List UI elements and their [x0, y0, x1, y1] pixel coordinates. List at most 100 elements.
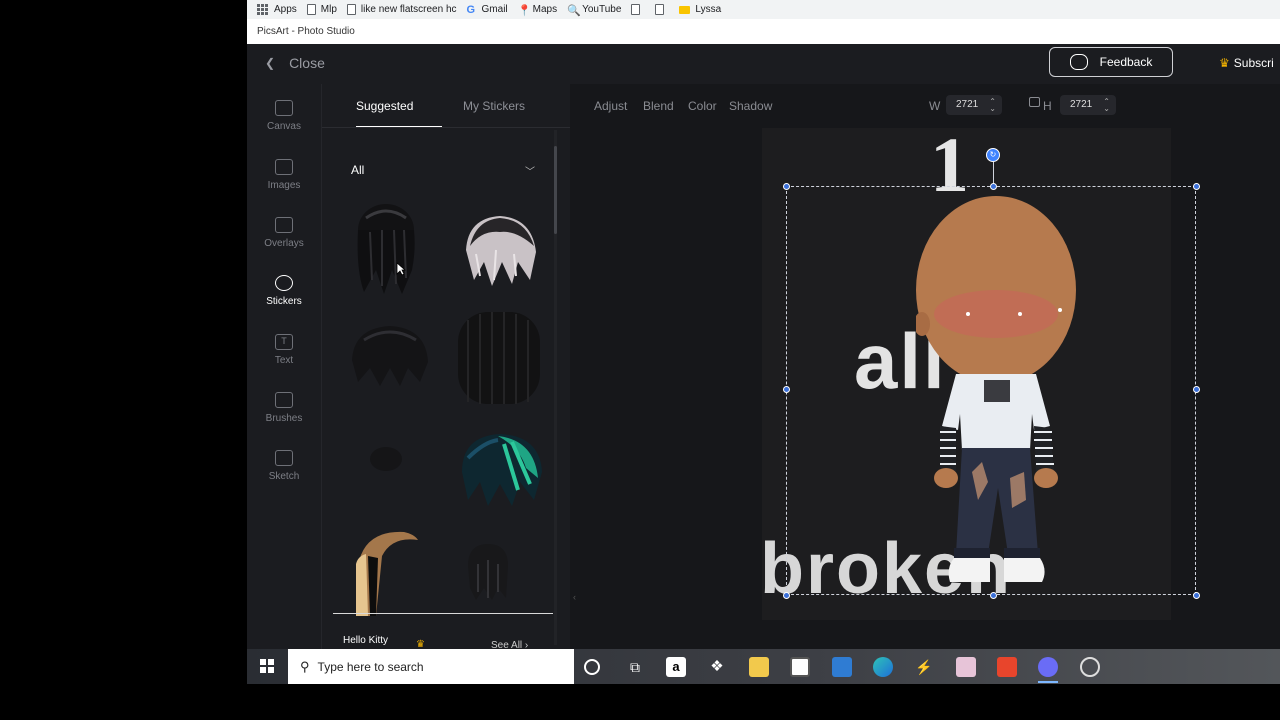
bookmark-label: Apps: [274, 4, 297, 15]
stepper-icon[interactable]: ⌃ ⌄: [989, 98, 996, 113]
taskbar-search-box[interactable]: ⚲ Type here to search: [288, 649, 574, 684]
tab-suggested[interactable]: Suggested: [356, 99, 413, 113]
maps-pin-icon: 📍: [517, 5, 532, 17]
width-value: 2721: [956, 99, 979, 110]
tool-shadow[interactable]: Shadow: [729, 99, 772, 113]
brown-blonde-hair-sticker: [356, 531, 418, 616]
apps-grid-icon: [257, 4, 268, 15]
resize-handle-bottom[interactable]: [990, 592, 997, 599]
feedback-label: Feedback: [1099, 55, 1153, 69]
bookmark-page-2[interactable]: [655, 4, 669, 15]
bookmark-label: Gmail: [481, 4, 508, 15]
width-input[interactable]: 2721 ⌃ ⌄: [946, 95, 1002, 115]
teal-green-hair-sticker: [462, 434, 542, 506]
bookmark-page-1[interactable]: [631, 4, 645, 15]
app-header: ❮ Close Feedback ♛ Subscri: [247, 44, 1280, 84]
subscribe-label: Subscri: [1233, 56, 1274, 70]
resize-handle-top[interactable]: [990, 183, 997, 190]
bookmark-gmail[interactable]: G Gmail: [467, 4, 508, 16]
resize-handle-right[interactable]: [1193, 386, 1200, 393]
stepper-icon[interactable]: ⌃ ⌄: [1103, 98, 1110, 113]
sticker-item[interactable]: [346, 200, 426, 294]
sticker-item[interactable]: [366, 444, 446, 534]
picsart-icon[interactable]: [1038, 657, 1058, 683]
resize-handle-bottom-left[interactable]: [783, 592, 790, 599]
bookmark-label: Lyssa: [695, 4, 722, 15]
feedback-button[interactable]: Feedback: [1049, 47, 1173, 77]
office-icon[interactable]: [997, 657, 1017, 677]
paint-app-icon[interactable]: [956, 657, 976, 677]
sticker-item[interactable]: [352, 526, 432, 616]
rail-item-overlays[interactable]: Overlays: [247, 217, 321, 249]
overlays-icon: [275, 217, 293, 233]
power-automate-icon[interactable]: ⚡: [914, 657, 934, 677]
images-icon: [275, 159, 293, 175]
height-input[interactable]: 2721 ⌃ ⌄: [1060, 95, 1116, 115]
cortana-icon[interactable]: [584, 659, 600, 675]
rail-item-images[interactable]: Images: [247, 159, 321, 191]
store-icon[interactable]: [790, 657, 810, 677]
editor-canvas[interactable]: 1 all broken ↻: [570, 128, 1280, 649]
tab-my-stickers[interactable]: My Stickers: [463, 99, 525, 113]
mail-icon[interactable]: [832, 657, 852, 677]
windows-start-icon[interactable]: [260, 659, 274, 673]
bookmark-maps[interactable]: 📍 Maps: [517, 4, 557, 17]
rail-item-brushes[interactable]: Brushes: [247, 392, 321, 424]
category-dropdown[interactable]: All: [351, 163, 364, 177]
panel-collapse-icon[interactable]: ‹: [573, 592, 576, 602]
bookmarks-bar: Apps Mlp like new flatscreen hc G Gmail …: [247, 0, 1280, 19]
bookmark-youtube[interactable]: 🔍 YouTube: [567, 4, 621, 17]
black-short-hair-sticker: [352, 326, 428, 386]
sticker-item[interactable]: [452, 306, 540, 404]
page-icon: [306, 4, 316, 15]
rail-item-text[interactable]: T Text: [247, 334, 321, 366]
bookmark-label: like new flatscreen hc: [360, 4, 457, 15]
rotate-handle-icon[interactable]: ↻: [986, 148, 1000, 162]
rail-item-sketch[interactable]: Sketch: [247, 450, 321, 482]
height-label: H: [1043, 99, 1052, 113]
tool-blend[interactable]: Blend: [643, 99, 674, 113]
close-label: Close: [289, 55, 325, 71]
windows-taskbar: ⚲ Type here to search ⧉ a ❖ ⚡: [247, 649, 1280, 684]
bookmark-flatscreen[interactable]: like new flatscreen hc: [346, 4, 457, 15]
tool-adjust[interactable]: Adjust: [594, 99, 627, 113]
resize-handle-left[interactable]: [783, 386, 790, 393]
resize-handle-top-left[interactable]: [783, 183, 790, 190]
page-icon: [346, 4, 356, 15]
rail-label: Stickers: [266, 296, 302, 307]
rail-item-stickers[interactable]: Stickers: [247, 275, 321, 307]
rail-label: Canvas: [267, 121, 301, 132]
chevron-down-icon[interactable]: ﹀: [525, 163, 535, 178]
bookmark-mlp[interactable]: Mlp: [306, 4, 337, 15]
amazon-icon[interactable]: a: [666, 657, 686, 677]
sticker-scroll-thumb[interactable]: [554, 146, 557, 234]
lock-icon[interactable]: [1029, 97, 1040, 107]
file-explorer-icon[interactable]: [749, 657, 769, 677]
bookmark-apps[interactable]: Apps: [257, 4, 297, 15]
dropbox-icon[interactable]: ❖: [707, 657, 727, 677]
bookmark-lyssa[interactable]: Lyssa: [679, 4, 721, 15]
ombre-hair-sticker: [466, 216, 536, 286]
resize-handle-bottom-right[interactable]: [1193, 592, 1200, 599]
rail-label: Sketch: [268, 471, 300, 482]
task-view-icon[interactable]: ⧉: [625, 657, 645, 677]
tiny-hair-sticker: [370, 447, 402, 471]
resize-handle-top-right[interactable]: [1193, 183, 1200, 190]
tool-color[interactable]: Color: [688, 99, 717, 113]
search-icon: 🔍: [567, 5, 581, 17]
subscribe-button[interactable]: ♛ Subscri: [1219, 56, 1274, 70]
rail-item-canvas[interactable]: Canvas: [247, 100, 321, 132]
sticker-item[interactable]: [456, 210, 536, 300]
dark-long-hair-sticker: [357, 204, 415, 294]
stickers-icon: [275, 275, 293, 291]
close-button[interactable]: ❮ Close: [265, 55, 325, 71]
camera-app-icon[interactable]: [1080, 657, 1100, 677]
chevron-left-icon: ❮: [265, 56, 276, 70]
sticker-item[interactable]: [462, 540, 542, 630]
selection-frame[interactable]: [786, 186, 1196, 595]
canvas-icon: [275, 100, 293, 116]
sticker-item[interactable]: [346, 320, 428, 410]
section-divider: [333, 613, 553, 614]
edge-icon[interactable]: [873, 657, 893, 677]
sticker-item[interactable]: [454, 428, 542, 518]
